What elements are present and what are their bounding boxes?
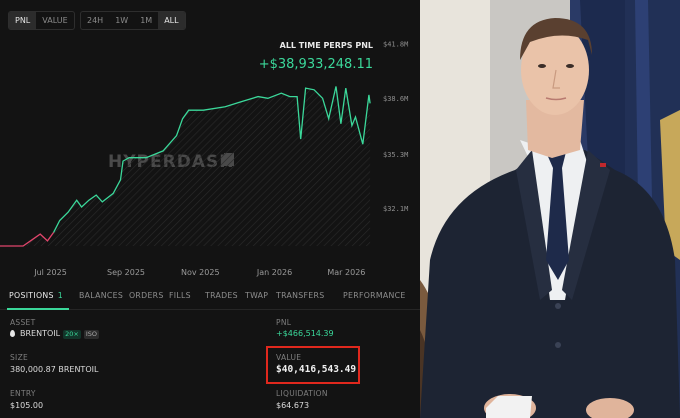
asset-cell[interactable]: BRENTOIL 20× ISO [10,329,99,339]
chart-total-pnl: +$38,933,248.11 [259,57,373,72]
value-highlight-box [266,346,360,384]
positions-tab-bar: POSITIONS 1 BALANCES ORDERS FILLS TRADES … [0,284,420,310]
toggle-pnl[interactable]: PNL [9,12,37,29]
margin-mode-badge: ISO [83,330,99,339]
trading-dashboard: PNL VALUE 24H 1W 1M ALL ALL TIME PERPS P… [0,0,420,418]
pnl-value-toggle: PNL VALUE [8,11,75,30]
chart-title: ALL TIME PERPS PNL [280,41,373,50]
x-tick-label: Jul 2025 [33,268,67,277]
x-tick-label: Mar 2026 [327,268,365,277]
entry-label: ENTRY [10,389,36,398]
tab-orders[interactable]: ORDERS [129,291,164,300]
oil-drop-icon [10,330,15,337]
tab-fills[interactable]: FILLS [169,291,191,300]
y-tick-label: $32.1M [383,205,408,213]
range-all[interactable]: ALL [158,12,185,29]
size-label: SIZE [10,353,29,362]
entry-price: $105.00 [10,401,44,410]
asset-label: ASSET [10,318,36,327]
pnl-chart: ALL TIME PERPS PNL +$38,933,248.11 $41.8… [0,41,408,277]
x-tick-label: Jan 2026 [256,268,292,277]
time-range-toggle: 24H 1W 1M ALL [80,11,186,30]
liquidation-label: LIQUIDATION [276,389,328,398]
tab-balances[interactable]: BALANCES [79,291,123,300]
x-axis: Jul 2025 Sep 2025 Nov 2025 Jan 2026 Mar 2026 [33,268,365,277]
x-tick-label: Sep 2025 [107,268,145,277]
positions-count: 1 [57,291,64,300]
y-axis: $41.8M $38.6M $35.3M $32.1M [383,41,408,214]
range-24h[interactable]: 24H [81,12,109,29]
pnl-area-fill [0,86,371,247]
y-tick-label: $38.6M [383,95,408,103]
asset-name: BRENTOIL [20,329,61,338]
y-tick-label: $35.3M [383,151,408,159]
liquidation-price: $64.673 [276,401,310,410]
tab-transfers[interactable]: TRANSFERS [276,291,324,300]
pnl-label: PNL [276,318,292,327]
range-1m[interactable]: 1M [134,12,158,29]
toggle-value[interactable]: VALUE [36,12,73,29]
tab-positions[interactable]: POSITIONS 1 [9,291,63,300]
position-size: 380,000.87 BRENTOIL [10,365,99,374]
y-tick-label: $41.8M [383,41,408,49]
active-tab-indicator [7,308,69,310]
tab-performance[interactable]: PERFORMANCE [343,291,406,300]
tab-twap[interactable]: TWAP [245,291,268,300]
range-1w[interactable]: 1W [109,12,134,29]
x-tick-label: Nov 2025 [181,268,220,277]
leverage-badge: 20× [63,330,81,339]
position-pnl: +$466,514.39 [276,329,334,338]
man-in-suit-photo [420,0,680,418]
tab-trades[interactable]: TRADES [205,291,238,300]
